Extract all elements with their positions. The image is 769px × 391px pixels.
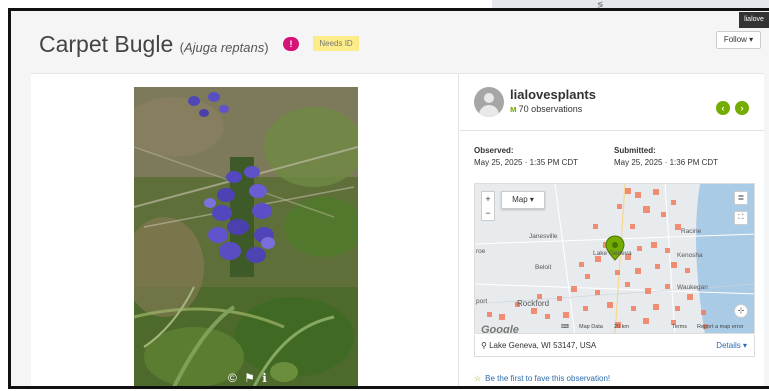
photo-pane: © ⚑ ℹ bbox=[31, 74, 459, 386]
map-label-roe: roe bbox=[476, 248, 486, 255]
paren-close: ) bbox=[264, 40, 269, 55]
fave-text: Be the first to fave this observation! bbox=[485, 374, 611, 383]
details-link[interactable]: Details ▾ bbox=[716, 341, 747, 350]
star-icon: ☆ bbox=[474, 374, 482, 383]
observer-observations[interactable]: ᴍ 70 observations bbox=[510, 104, 582, 114]
notification-badge[interactable]: ! bbox=[282, 36, 299, 51]
map-label-kenosha: Kenosha bbox=[677, 252, 703, 259]
map-attribution: Google ⌨ Map Data 20 km Terms Report a m… bbox=[475, 321, 754, 333]
observed-value: May 25, 2025 · 1:35 PM CDT bbox=[474, 158, 579, 167]
map-scale: 20 km bbox=[614, 324, 629, 330]
map-label-lake-geneva: Lake Geneva bbox=[593, 250, 632, 257]
locate-icon[interactable]: ⊹ bbox=[734, 304, 748, 318]
next-observation-button[interactable]: › bbox=[735, 101, 749, 115]
fave-link[interactable]: ☆ Be the first to fave this observation! bbox=[474, 374, 610, 383]
page-title: Carpet Bugle (Ajuga reptans) ! Needs ID bbox=[39, 31, 359, 58]
observed-label: Observed: bbox=[474, 146, 514, 155]
submitted-date: Submitted: May 25, 2025 · 1:36 PM CDT bbox=[614, 146, 718, 167]
observations-count-text: 70 observations bbox=[518, 104, 583, 114]
map-label-janesville: Janesville bbox=[529, 233, 558, 240]
map-label-port: port bbox=[476, 298, 488, 305]
observation-photo[interactable]: © ⚑ ℹ bbox=[134, 87, 358, 386]
fullscreen-icon[interactable]: ⛶ bbox=[734, 211, 748, 225]
flower-photo-image bbox=[134, 87, 358, 386]
observation-map[interactable]: Janesville Beloit Rockford Racine Kenosh… bbox=[474, 183, 755, 334]
status-badge: Needs ID bbox=[313, 36, 359, 52]
follow-button[interactable]: Follow ▾ bbox=[716, 31, 761, 49]
license-icons[interactable]: © ⚑ ℹ bbox=[228, 371, 269, 385]
location-pin-icon: ⚲ bbox=[481, 341, 490, 350]
location-row: ⚲ Lake Geneva, WI 53147, USA Details ▾ bbox=[474, 335, 755, 357]
observation-header: Carpet Bugle (Ajuga reptans) ! Needs ID … bbox=[11, 11, 769, 73]
submitted-label: Submitted: bbox=[614, 146, 656, 155]
avatar[interactable] bbox=[474, 87, 504, 117]
keyboard-icon[interactable]: ⌨ bbox=[561, 324, 569, 330]
previous-observation-button[interactable]: ‹ bbox=[716, 101, 730, 115]
map-label-beloit: Beloit bbox=[535, 264, 552, 271]
observer-username[interactable]: lialovesplants bbox=[510, 87, 596, 102]
binoculars-icon: ᴍ bbox=[510, 104, 517, 114]
zoom-out-button[interactable]: − bbox=[482, 206, 494, 220]
map-label-waukegan: Waukegan bbox=[677, 284, 708, 291]
location-address: Lake Geneva, WI 53147, USA bbox=[489, 341, 597, 350]
observer-row: lialovesplants ᴍ 70 observations ‹ › bbox=[460, 74, 764, 131]
observed-date: Observed: May 25, 2025 · 1:35 PM CDT bbox=[474, 146, 578, 167]
tooltip: lialove bbox=[739, 12, 769, 28]
map-label-rockford: Rockford bbox=[517, 299, 550, 308]
terms-link[interactable]: Terms bbox=[672, 324, 687, 330]
google-logo: Google bbox=[481, 324, 519, 334]
layers-icon[interactable]: ≣ bbox=[734, 191, 748, 205]
observation-modal: Carpet Bugle (Ajuga reptans) ! Needs ID … bbox=[8, 8, 769, 389]
map-data-link[interactable]: Map Data bbox=[579, 324, 603, 330]
location-text: ⚲ Lake Geneva, WI 53147, USA bbox=[481, 341, 596, 350]
submitted-value: May 25, 2025 · 1:36 PM CDT bbox=[614, 158, 719, 167]
observation-sidebar: lialovesplants ᴍ 70 observations ‹ › Obse… bbox=[460, 74, 764, 386]
zoom-in-button[interactable]: + bbox=[482, 192, 494, 206]
observation-content: © ⚑ ℹ lialovesplants ᴍ 70 observations ‹ … bbox=[31, 73, 764, 386]
scientific-name: Ajuga reptans bbox=[183, 40, 265, 55]
map-label-racine: Racine bbox=[681, 228, 702, 235]
map-zoom-controls[interactable]: + − bbox=[481, 191, 495, 221]
map-type-dropdown[interactable]: Map ▾ bbox=[501, 191, 545, 209]
common-name: Carpet Bugle bbox=[39, 31, 174, 57]
report-map-error-link[interactable]: Report a map error bbox=[697, 324, 743, 330]
